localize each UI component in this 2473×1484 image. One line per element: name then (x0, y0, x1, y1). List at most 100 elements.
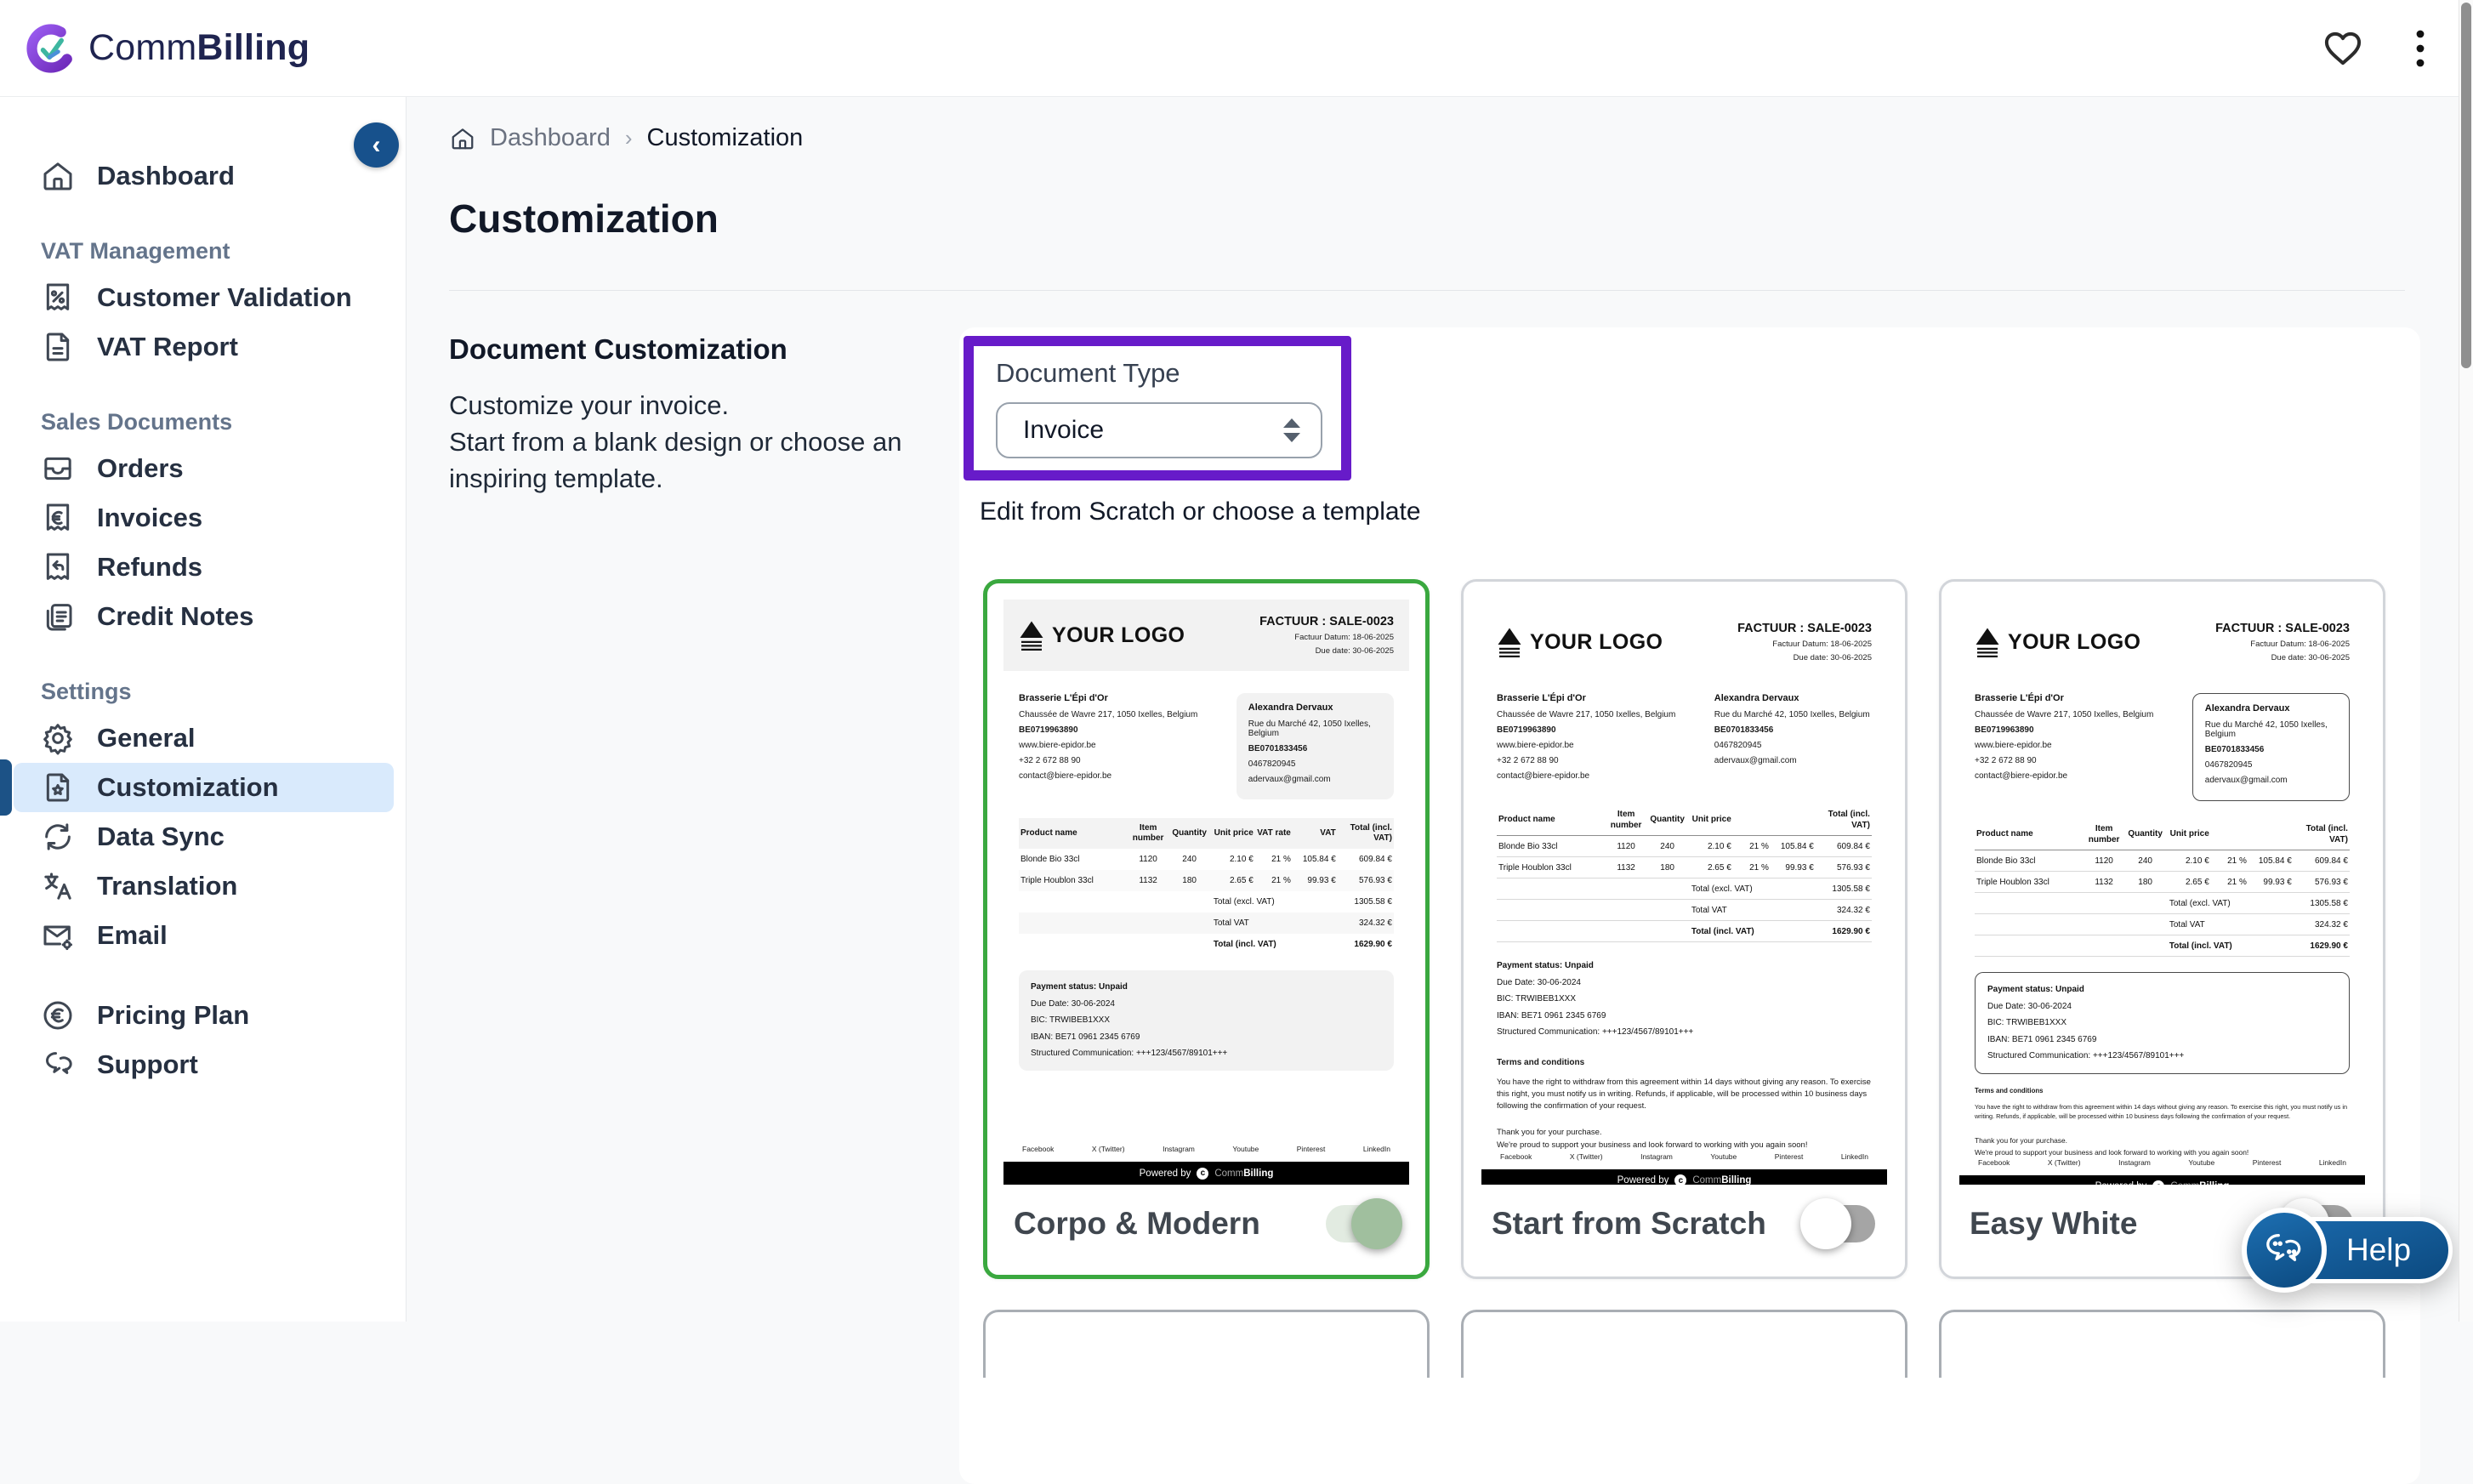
breadcrumb-dashboard-link[interactable]: Dashboard (490, 124, 611, 152)
triangle-logo-icon (1497, 627, 1522, 657)
social-link: Instagram (2118, 1158, 2151, 1167)
address-line: BE0701833456 (1714, 725, 1872, 735)
app-logo[interactable]: CommBilling (0, 23, 310, 74)
favorites-button[interactable] (2323, 31, 2362, 66)
social-link: Facebook (1022, 1145, 1054, 1153)
invoice-total-row: Total (excl. VAT)1305.58 € (1975, 893, 2350, 914)
social-link: X (Twitter) (1570, 1152, 1603, 1161)
toggle-knob (1800, 1198, 1851, 1249)
page-scrollbar[interactable] (2459, 0, 2473, 1322)
copy-document-icon (41, 600, 75, 634)
sidebar-item-data-sync[interactable]: Data Sync (14, 812, 394, 861)
scrollbar-thumb[interactable] (2461, 3, 2471, 368)
invoice-logo: YOUR LOGO (1497, 627, 1663, 657)
template-card-partial[interactable] (1461, 1310, 1907, 1378)
sync-icon (41, 820, 75, 854)
address-line: www.biere-epidor.be (1019, 741, 1225, 750)
sidebar-item-refunds[interactable]: Refunds (14, 543, 394, 592)
sidebar-item-invoices[interactable]: Invoices (14, 493, 394, 543)
address-line: +32 2 672 88 90 (1975, 756, 2181, 765)
receipt-euro-icon (41, 501, 75, 535)
sidebar-item-label: Orders (97, 453, 184, 484)
home-icon (41, 159, 75, 193)
address-line: adervaux@gmail.com (1714, 756, 1872, 765)
sidebar-item-credit-notes[interactable]: Credit Notes (14, 592, 394, 641)
address-line: 0467820945 (1248, 759, 1382, 769)
document-type-label: Document Type (996, 358, 1341, 389)
powered-by-bar: Powered by c CommBilling (1959, 1175, 2365, 1185)
document-type-select[interactable]: Invoice (996, 402, 1322, 458)
sidebar-section-vat-management: VAT Management (41, 238, 394, 264)
template-name: Easy White (1970, 1206, 2137, 1242)
address-line: Rue du Marché 42, 1050 Ixelles, Belgium (1248, 719, 1382, 738)
mail-gear-icon (41, 918, 75, 952)
invoice-logo: YOUR LOGO (1019, 620, 1185, 651)
invoice-due-date: Due date: 30-06-2025 (1259, 646, 1394, 656)
social-link: Youtube (2188, 1158, 2214, 1167)
top-bar: CommBilling (0, 0, 2473, 97)
help-chat-icon (2242, 1208, 2327, 1293)
social-links-row: FacebookX (Twitter)InstagramYoutubePinte… (1481, 1152, 1887, 1161)
invoice-table: Product name Item number Quantity Unit p… (1003, 818, 1409, 955)
document-type-value: Invoice (1023, 416, 1104, 445)
kebab-menu-icon (2415, 28, 2425, 69)
social-link: X (Twitter) (2048, 1158, 2081, 1167)
payment-line: BIC: TRWIBEB1XXX (1031, 1012, 1382, 1029)
template-card[interactable]: YOUR LOGO FACTUUR : SALE-0023 Factuur Da… (1939, 579, 2385, 1279)
invoice-number: FACTUUR : SALE-0023 (2215, 622, 2350, 635)
template-toggle[interactable] (1326, 1205, 1397, 1242)
invoice-table-row: Blonde Bio 33cl11202402.10 €21 %105.84 €… (1497, 836, 1872, 857)
translate-icon (41, 869, 75, 903)
payment-info: Payment status: Unpaid Due Date: 30-06-2… (1019, 970, 1394, 1071)
invoice-date: Factuur Datum: 18-06-2025 (1737, 640, 1872, 649)
invoice-total-row: Total VAT324.32 € (1497, 900, 1872, 921)
help-button[interactable]: Help (2242, 1208, 2453, 1293)
invoice-logo-text: YOUR LOGO (1530, 630, 1663, 655)
sidebar-item-label: General (97, 723, 195, 753)
more-menu-button[interactable] (2415, 28, 2425, 69)
document-icon (41, 330, 75, 364)
sidebar-item-dashboard[interactable]: Dashboard (14, 151, 394, 201)
invoice-logo-text: YOUR LOGO (1052, 623, 1185, 648)
powered-by-bar: Powered by c CommBilling (1481, 1169, 1887, 1185)
sidebar-item-general[interactable]: General (14, 714, 394, 763)
powered-by-logo-icon: c (2152, 1180, 2164, 1185)
address-line: www.biere-epidor.be (1975, 741, 2181, 750)
invoice-table-row: Triple Houblon 33cl11321802.65 €21 %99.9… (1975, 872, 2350, 893)
sidebar-item-label: VAT Report (97, 332, 238, 362)
thank-you-note: Thank you for your purchase. We're proud… (1975, 1135, 2350, 1158)
sidebar-item-label: Translation (97, 871, 237, 901)
document-star-icon (41, 770, 75, 805)
template-toggle[interactable] (1804, 1205, 1875, 1242)
address-line: contact@biere-epidor.be (1497, 771, 1703, 781)
sidebar-item-vat-report[interactable]: VAT Report (14, 322, 394, 372)
invoice-table-header: Product name Item number Quantity Unit p… (1975, 820, 2350, 850)
payment-line: IBAN: BE71 0961 2345 6769 (1031, 1029, 1382, 1046)
template-card-partial[interactable] (1939, 1310, 2385, 1378)
template-name: Corpo & Modern (1014, 1206, 1260, 1242)
social-link: Facebook (1500, 1152, 1532, 1161)
commbilling-logo-icon (26, 23, 77, 74)
sidebar-item-translation[interactable]: Translation (14, 861, 394, 911)
template-card[interactable]: YOUR LOGO FACTUUR : SALE-0023 Factuur Da… (983, 579, 1430, 1279)
sidebar-item-customization[interactable]: Customization (14, 763, 394, 812)
payment-line: BIC: TRWIBEB1XXX (1497, 991, 1872, 1008)
template-card-partial[interactable] (983, 1310, 1430, 1378)
sidebar-item-pricing-plan[interactable]: Pricing Plan (14, 991, 394, 1040)
seller-address: Brasserie L'Épi d'Or Chaussée de Wavre 2… (1019, 693, 1225, 799)
euro-circle-icon (41, 998, 75, 1032)
payment-info: Payment status: Unpaid Due Date: 30-06-2… (1497, 958, 1872, 1041)
sidebar-item-orders[interactable]: Orders (14, 444, 394, 493)
invoice-number: FACTUUR : SALE-0023 (1259, 615, 1394, 628)
address-line: Rue du Marché 42, 1050 Ixelles, Belgium (1714, 710, 1872, 719)
invoice-logo-text: YOUR LOGO (2008, 630, 2140, 655)
document-type-highlight-box: Document Type Invoice (964, 336, 1351, 480)
sidebar-item-label: Refunds (97, 552, 202, 583)
address-line: BE0719963890 (1019, 725, 1225, 735)
template-card[interactable]: YOUR LOGO FACTUUR : SALE-0023 Factuur Da… (1461, 579, 1907, 1279)
address-line: adervaux@gmail.com (2205, 776, 2337, 785)
sidebar-item-customer-validation[interactable]: Customer Validation (14, 273, 394, 322)
sidebar-item-email[interactable]: Email (14, 911, 394, 960)
sidebar-item-support[interactable]: Support (14, 1040, 394, 1089)
sidebar-item-label: Dashboard (97, 161, 235, 191)
